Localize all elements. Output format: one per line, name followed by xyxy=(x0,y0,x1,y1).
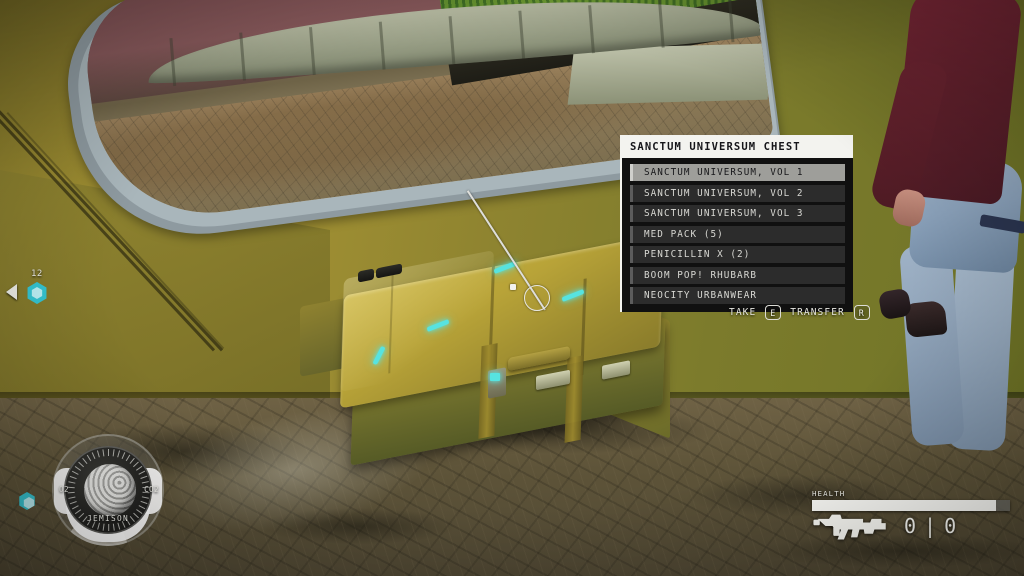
crate-strap xyxy=(564,355,584,443)
npc-character[interactable] xyxy=(868,0,1024,452)
crate-accent-light xyxy=(490,373,500,381)
crate-plate xyxy=(488,367,506,399)
planter-box-right xyxy=(567,43,774,105)
npc-shoe-right xyxy=(904,300,948,338)
environment-scene xyxy=(0,0,1024,576)
loot-container-crate[interactable] xyxy=(330,233,690,466)
game-screen: SANCTUM UNIVERSUM CHEST SANCTUM UNIVERSU… xyxy=(0,0,1024,576)
